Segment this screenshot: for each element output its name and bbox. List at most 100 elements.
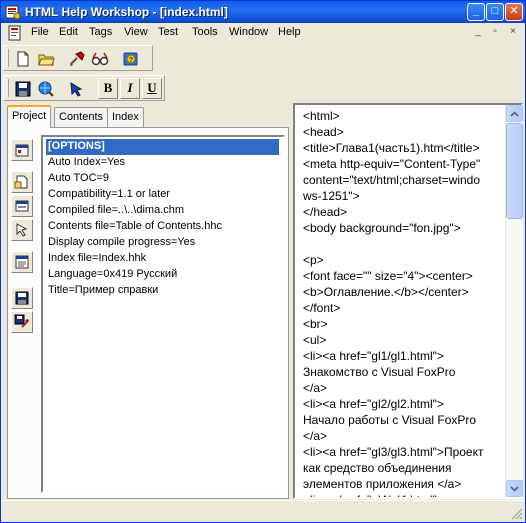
editor-line: <meta http-equiv="Content-Type": [303, 157, 481, 171]
scroll-thumb[interactable]: [506, 123, 523, 219]
change-options-icon: [15, 144, 29, 157]
editor-line: Начало работы с Visual FoxPro: [303, 413, 477, 427]
menu-tools[interactable]: Tools: [192, 26, 218, 38]
editor-line: <li><a href="gl4/gl4.html">: [303, 492, 444, 497]
compile-button[interactable]: [66, 48, 88, 70]
editor-line: как средство объединения: [303, 461, 452, 475]
document-system-menu-icon[interactable]: [7, 25, 23, 41]
list-item[interactable]: Contents file=Table of Contents.hhc: [46, 219, 222, 235]
toolbar-grip[interactable]: [6, 49, 9, 67]
add-modify-window-button[interactable]: [11, 195, 33, 217]
editor-line: <head>: [303, 125, 344, 139]
list-item[interactable]: Index file=Index.hhk: [46, 251, 146, 267]
close-icon: ✕: [509, 5, 519, 17]
save-icon: [15, 81, 31, 97]
editor-line: </a>: [303, 429, 328, 443]
editor-line: <li><a href="gl1/gl1.html">: [303, 349, 444, 363]
chevron-up-icon: [510, 110, 519, 117]
menu-test[interactable]: Test: [158, 26, 178, 38]
scroll-down-button[interactable]: [506, 480, 523, 497]
editor-vertical-scrollbar[interactable]: [505, 105, 523, 497]
save-project-icon: [15, 291, 29, 305]
editor-line: </font>: [303, 301, 341, 315]
editor-line: <html>: [303, 109, 340, 123]
bold-button[interactable]: B: [98, 78, 118, 99]
title-bar[interactable]: HTML Help Workshop - [index.html] _ □ ✕: [1, 1, 525, 23]
maximize-icon: □: [491, 5, 499, 17]
include-api-icon: [15, 255, 29, 269]
editor-line: <b>Оглавление.</b></center>: [303, 285, 469, 299]
help-button[interactable]: ?: [120, 48, 142, 70]
editor-line: Знакомство с Visual FoxPro: [303, 365, 456, 379]
resize-grip-icon[interactable]: [511, 508, 523, 520]
status-bar: [1, 500, 525, 522]
editor-line: <font face="" size="4"><center>: [303, 269, 473, 283]
add-modify-window-icon: [15, 200, 29, 212]
editor-line: <ul>: [303, 333, 327, 347]
view-compiled-button[interactable]: [89, 48, 111, 70]
save-compile-icon: [14, 314, 29, 328]
underline-button[interactable]: U: [142, 78, 162, 99]
list-item[interactable]: Auto TOC=9: [46, 171, 109, 187]
editor-line: <li><a href="gl2/gl2.html">: [303, 397, 444, 411]
menu-view[interactable]: View: [124, 26, 148, 38]
list-item[interactable]: Auto Index=Yes: [46, 155, 125, 171]
close-button[interactable]: ✕: [505, 3, 523, 21]
editor-line: <body background="fon.jpg">: [303, 221, 461, 235]
list-item[interactable]: Title=Пример справки: [46, 283, 158, 299]
editor-line: <p>: [303, 253, 324, 267]
open-folder-icon: [38, 54, 55, 66]
doc-restore-button[interactable]: ▫: [488, 26, 502, 40]
save-compile-button[interactable]: [11, 311, 33, 333]
tab-contents[interactable]: Contents: [54, 107, 109, 127]
editor-line: <br>: [303, 317, 328, 331]
app-window: HTML Help Workshop - [index.html] _ □ ✕ …: [0, 0, 526, 523]
editor-line: </a>: [303, 381, 328, 395]
new-file-icon: [17, 51, 29, 67]
scroll-up-button[interactable]: [506, 105, 523, 122]
maximize-button[interactable]: □: [486, 3, 504, 21]
tab-index[interactable]: Index: [107, 107, 144, 127]
list-item-options-header[interactable]: [OPTIONS]: [46, 139, 279, 155]
browser-view-icon: [38, 81, 54, 97]
main-toolbar: ?: [3, 45, 153, 71]
add-modify-jump-icon: [16, 223, 28, 237]
save-button[interactable]: [12, 78, 34, 100]
list-item[interactable]: Language=0x419 Русский: [46, 267, 177, 283]
editor-line: </head>: [303, 205, 348, 219]
add-remove-files-button[interactable]: [11, 171, 33, 193]
chevron-down-icon: [510, 485, 519, 492]
add-remove-files-icon: [14, 175, 28, 189]
browser-view-button[interactable]: [35, 78, 57, 100]
editor-line: ws-1251">: [303, 189, 360, 203]
minimize-button[interactable]: _: [467, 3, 485, 21]
add-modify-jump-button[interactable]: [11, 219, 33, 241]
menu-tags[interactable]: Tags: [89, 26, 112, 38]
jump-button[interactable]: [66, 78, 88, 100]
change-options-button[interactable]: [11, 139, 33, 161]
new-file-button[interactable]: [12, 48, 34, 70]
menu-window[interactable]: Window: [229, 26, 268, 38]
window-title: HTML Help Workshop - [index.html]: [25, 5, 228, 19]
menu-edit[interactable]: Edit: [59, 26, 78, 38]
toolbar-grip[interactable]: [6, 79, 9, 97]
view-compiled-icon: [91, 52, 109, 66]
doc-minimize-button[interactable]: _: [471, 26, 485, 40]
tab-project[interactable]: Project: [7, 105, 52, 128]
doc-close-button[interactable]: ×: [506, 26, 520, 40]
open-button[interactable]: [35, 48, 57, 70]
menu-file[interactable]: File: [31, 26, 49, 38]
editor-line: content="text/html;charset=windo: [303, 173, 481, 187]
html-editor[interactable]: <html> <head> <title>Глава1(часть1).htm</t…: [293, 103, 523, 499]
list-item[interactable]: Compiled file=..\..\dima.chm: [46, 203, 184, 219]
edit-toolbar: B I U: [3, 75, 165, 101]
menu-help[interactable]: Help: [278, 26, 301, 38]
editor-line: <li><a href="gl3/gl3.html">Проект: [303, 445, 484, 459]
list-item[interactable]: Compatibility=1.1 or later: [46, 187, 170, 203]
include-api-button[interactable]: [11, 251, 33, 273]
save-project-button[interactable]: [11, 287, 33, 309]
project-options-list[interactable]: [OPTIONS] Auto Index=Yes Auto TOC=9 Comp…: [41, 135, 285, 493]
editor-line: <title>Глава1(часть1).htm</title>: [303, 141, 480, 155]
italic-button[interactable]: I: [120, 78, 140, 99]
list-item[interactable]: Display compile progress=Yes: [46, 235, 195, 251]
